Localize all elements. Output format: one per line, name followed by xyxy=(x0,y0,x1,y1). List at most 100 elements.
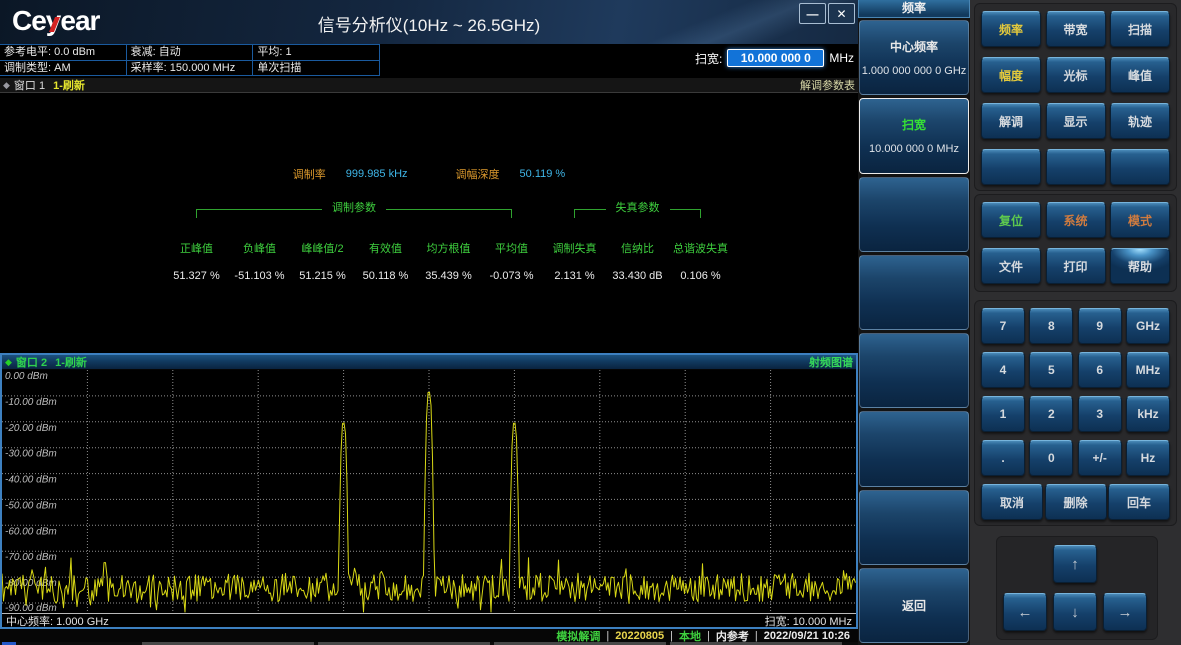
key-3[interactable]: 3 xyxy=(1078,396,1122,432)
key-6[interactable]: 6 xyxy=(1078,352,1122,388)
demod-columns: 调制失真2.131 %信纳比33.430 dB总谐波失真0.106 % xyxy=(543,240,732,282)
key-7[interactable]: 7 xyxy=(981,308,1025,344)
param-cell: 调制类型: AM xyxy=(0,61,127,76)
window-1: ◆ 窗口 1 1-刷新 解调参数表 调制率 999.985 kHz 调幅深度 5… xyxy=(0,78,858,353)
signal-analyzer-app: Ceyear 信号分析仪(10Hz ~ 26.5GHz) — ✕ 参考电平: 0… xyxy=(0,0,1181,645)
svg-text:-90.00 dBm: -90.00 dBm xyxy=(5,603,57,613)
am-depth-label: 调幅深度 xyxy=(456,166,500,182)
arrow-down-key[interactable]: ↓ xyxy=(1053,593,1097,631)
center-frequency-readout: 中心频率: 1.000 GHz xyxy=(6,613,109,629)
key-mhz[interactable]: MHz xyxy=(1126,352,1170,388)
key-trace[interactable]: 轨迹 xyxy=(1110,103,1170,139)
ceyear-logo: Ceyear xyxy=(12,5,99,37)
arrow-pad: ↑ ← ↓ → xyxy=(996,536,1158,640)
param-cell: 平均: 1 xyxy=(253,45,379,60)
key-5[interactable]: 5 xyxy=(1029,352,1073,388)
demod-item-label: 正峰值 xyxy=(165,240,228,256)
key-0[interactable]: 0 xyxy=(1029,440,1073,476)
key-8[interactable]: 8 xyxy=(1029,308,1073,344)
demod-item-label: 有效值 xyxy=(354,240,417,256)
side-menu-blank-3 xyxy=(859,177,969,252)
keypad-panel: 频率带宽扫描幅度光标峰值解调显示轨迹 复位系统模式文件打印帮助 789GHz45… xyxy=(970,0,1181,645)
window-2-title: 窗口 2 xyxy=(16,354,47,370)
window-diamond-icon: ◆ xyxy=(5,357,12,368)
enter-key[interactable]: 回车 xyxy=(1108,484,1170,520)
key-row: 789GHz xyxy=(981,308,1170,344)
svg-text:-50.00 dBm: -50.00 dBm xyxy=(5,500,57,511)
sweep-input[interactable] xyxy=(727,49,824,67)
key-khz[interactable]: kHz xyxy=(1126,396,1170,432)
side-menu-header: 频率 xyxy=(858,0,970,18)
demod-item: 负峰值-51.103 % xyxy=(228,240,291,282)
am-depth-value: 50.119 % xyxy=(520,168,566,180)
titlebar: Ceyear 信号分析仪(10Hz ~ 26.5GHz) — ✕ xyxy=(0,0,858,44)
status-item: 20220805 xyxy=(615,630,664,642)
key-dot[interactable]: . xyxy=(981,440,1025,476)
key-amplitude[interactable]: 幅度 xyxy=(981,57,1041,93)
back-button[interactable]: 返回 xyxy=(859,568,969,643)
delete-key[interactable]: 删除 xyxy=(1045,484,1107,520)
key-help[interactable]: 帮助 xyxy=(1110,248,1170,284)
demod-item-value: 0.106 % xyxy=(669,270,732,282)
svg-text:0.00 dBm: 0.00 dBm xyxy=(5,371,48,382)
window-2: ◆ 窗口 2 1-刷新 射频图谱 0.00 dBm -10.00 dBm -20.0… xyxy=(0,353,858,629)
key-peak[interactable]: 峰值 xyxy=(1110,57,1170,93)
key-ghz[interactable]: GHz xyxy=(1126,308,1170,344)
key-4[interactable]: 4 xyxy=(981,352,1025,388)
arrow-left-key[interactable]: ← xyxy=(1003,593,1047,631)
sweep-unit: MHz xyxy=(829,51,854,65)
demod-item-value: -0.073 % xyxy=(480,270,543,282)
demod-groups: 调制参数正峰值51.327 %负峰值-51.103 %峰峰值/251.215 %… xyxy=(165,209,732,282)
param-cell: 采样率: 150.000 MHz xyxy=(127,61,254,76)
demod-item: 正峰值51.327 % xyxy=(165,240,228,282)
side-menu-blank-6 xyxy=(859,411,969,486)
key-system[interactable]: 系统 xyxy=(1046,202,1106,238)
svg-text:-60.00 dBm: -60.00 dBm xyxy=(5,526,57,537)
key-print[interactable]: 打印 xyxy=(1046,248,1106,284)
demod-item-label: 总谐波失真 xyxy=(669,240,732,256)
svg-text:-20.00 dBm: -20.00 dBm xyxy=(5,423,57,434)
demod-item-value: 35.439 % xyxy=(417,270,480,282)
param-table: 参考电平: 0.0 dBm衰减: 自动平均: 1调制类型: AM采样率: 150… xyxy=(0,44,380,76)
key-blank-3 xyxy=(1110,149,1170,185)
key-9[interactable]: 9 xyxy=(1078,308,1122,344)
rf-spectrum-view-label[interactable]: 射频图谱 xyxy=(809,354,856,370)
side-menu-button-label: 返回 xyxy=(902,597,926,614)
close-button[interactable]: ✕ xyxy=(828,3,855,24)
function-key-group: 频率带宽扫描幅度光标峰值解调显示轨迹 xyxy=(974,3,1177,191)
span-button[interactable]: 扫宽10.000 000 0 MHz xyxy=(859,98,969,173)
arrow-right-key[interactable]: → xyxy=(1103,593,1147,631)
key-bandwidth[interactable]: 带宽 xyxy=(1046,11,1106,47)
demod-item: 有效值50.118 % xyxy=(354,240,417,282)
key-demod[interactable]: 解调 xyxy=(981,103,1041,139)
key-plusminus[interactable]: +/- xyxy=(1078,440,1122,476)
demod-item-value: -51.103 % xyxy=(228,270,291,282)
key-preset[interactable]: 复位 xyxy=(981,202,1041,238)
window-1-title: 窗口 1 xyxy=(14,77,45,93)
status-separator: | xyxy=(755,630,758,642)
demod-item: 调制失真2.131 % xyxy=(543,240,606,282)
arrow-up-key[interactable]: ↑ xyxy=(1053,545,1097,583)
key-file[interactable]: 文件 xyxy=(981,248,1041,284)
center-frequency-button[interactable]: 中心频率1.000 000 000 0 GHz xyxy=(859,20,969,95)
demod-table-view-label[interactable]: 解调参数表 xyxy=(800,77,858,93)
key-mode[interactable]: 模式 xyxy=(1110,202,1170,238)
key-display[interactable]: 显示 xyxy=(1046,103,1106,139)
status-separator: | xyxy=(707,630,710,642)
demod-item-label: 峰峰值/2 xyxy=(291,240,354,256)
minimize-button[interactable]: — xyxy=(799,3,826,24)
key-1[interactable]: 1 xyxy=(981,396,1025,432)
svg-text:-70.00 dBm: -70.00 dBm xyxy=(5,552,57,563)
param-cell: 单次扫描 xyxy=(253,61,379,76)
key-2[interactable]: 2 xyxy=(1029,396,1073,432)
key-row: 123kHz xyxy=(981,396,1170,432)
svg-text:-10.00 dBm: -10.00 dBm xyxy=(5,397,57,408)
demod-item-value: 51.215 % xyxy=(291,270,354,282)
key-hz[interactable]: Hz xyxy=(1126,440,1170,476)
key-frequency[interactable]: 频率 xyxy=(981,11,1041,47)
window-2-refresh-label: 1-刷新 xyxy=(55,354,87,370)
key-sweep[interactable]: 扫描 xyxy=(1110,11,1170,47)
key-marker[interactable]: 光标 xyxy=(1046,57,1106,93)
key-row: 频率带宽扫描 xyxy=(981,11,1170,47)
cancel-key[interactable]: 取消 xyxy=(981,484,1043,520)
